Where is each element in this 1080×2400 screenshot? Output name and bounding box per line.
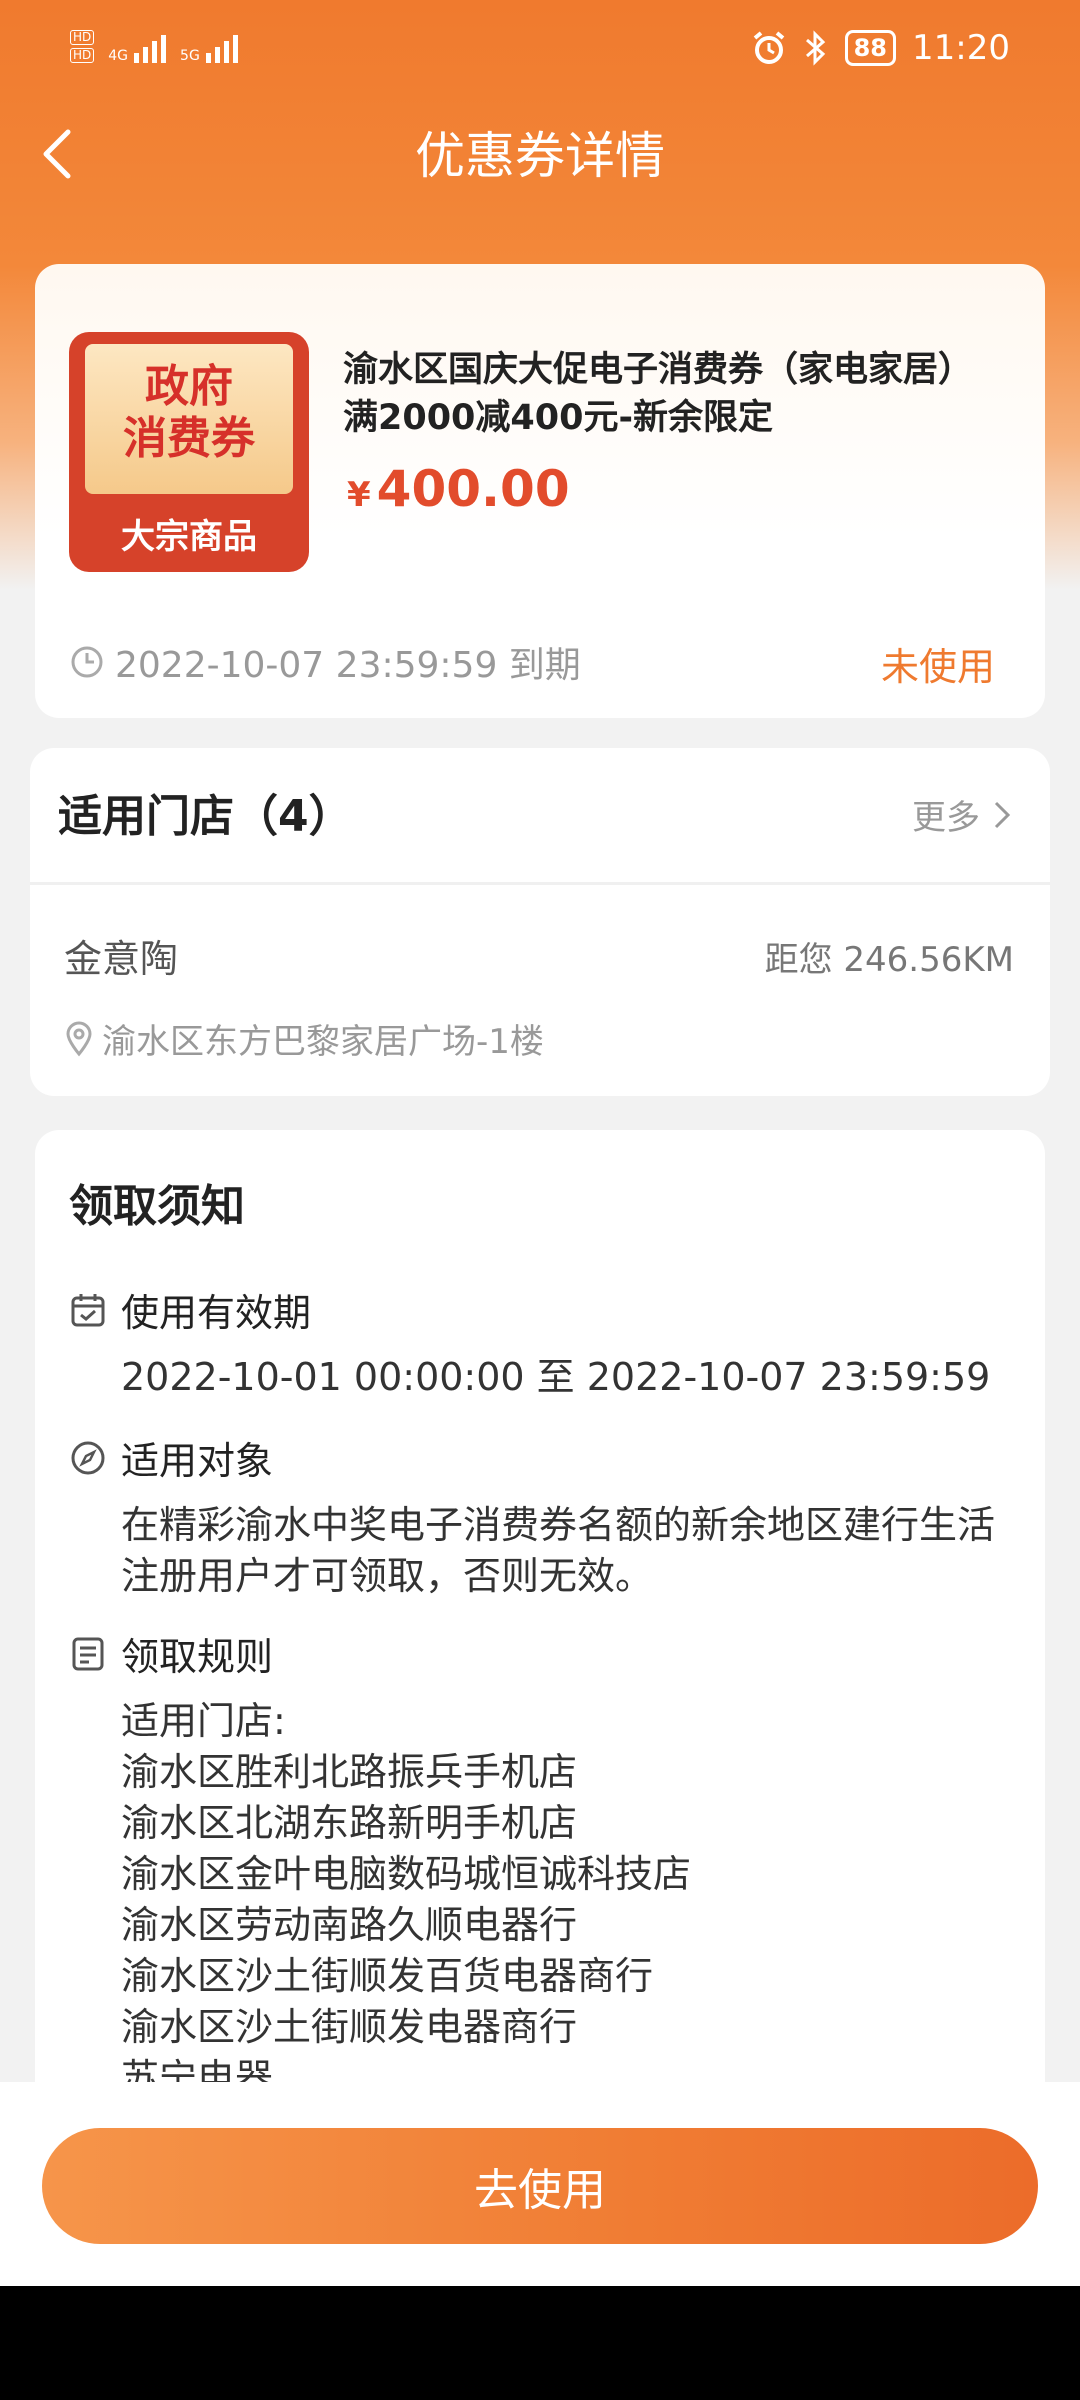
network-label-2: 5G bbox=[180, 48, 200, 64]
address-text: 渝水区东方巴黎家居广场-1楼 bbox=[102, 1022, 544, 1062]
divider bbox=[30, 882, 1050, 885]
use-coupon-button[interactable]: 去使用 bbox=[42, 2128, 1038, 2244]
validity-label: 使用有效期 bbox=[121, 1291, 312, 1335]
location-pin-icon bbox=[66, 1021, 92, 1056]
alarm-icon bbox=[753, 31, 784, 64]
store-card: 适用门店（4） 更多 金意陶 距您 246.56KM 渝水区东方巴黎家居广场-1… bbox=[30, 748, 1050, 1096]
nav-bar: 优惠券详情 bbox=[0, 104, 1080, 200]
rule-line: 渝水区沙土街顺发百货电器商行 bbox=[121, 1954, 654, 1998]
coupon-status: 未使用 bbox=[880, 645, 995, 689]
amount-value: 400.00 bbox=[376, 460, 570, 518]
coupon-card: 政府 消费券 大宗商品 渝水区国庆大促电子消费券（家电家居）满2000减400元… bbox=[35, 264, 1045, 718]
store-address: 渝水区东方巴黎家居广场-1楼 bbox=[64, 1014, 544, 1063]
rule-line: 渝水区北湖东路新明手机店 bbox=[121, 1801, 578, 1845]
coupon-badge-image: 政府 消费券 大宗商品 bbox=[69, 332, 309, 572]
clock-icon bbox=[71, 646, 103, 678]
expire-text: 2022-10-07 23:59:59 到期 bbox=[115, 645, 581, 686]
rule-line: 适用门店: bbox=[121, 1699, 286, 1743]
signal-group: HD HD 4G 5G bbox=[70, 30, 238, 63]
currency-symbol: ¥ bbox=[347, 475, 371, 515]
clock: 11:20 bbox=[912, 28, 1010, 68]
document-icon bbox=[72, 1637, 104, 1670]
store-heading: 适用门店（4） bbox=[58, 791, 353, 842]
system-nav-area bbox=[0, 2286, 1080, 2400]
calendar-icon bbox=[71, 1293, 105, 1326]
rules-list: 适用门店: 渝水区胜利北路振兵手机店 渝水区北湖东路新明手机店 渝水区金叶电脑数… bbox=[121, 1696, 1021, 2104]
status-right: 88 11:20 bbox=[751, 28, 1010, 68]
status-bar: HD HD 4G 5G 88 11:20 bbox=[0, 0, 1080, 104]
bluetooth-icon bbox=[805, 30, 825, 66]
store-name[interactable]: 金意陶 bbox=[64, 928, 178, 983]
validity-value: 2022-10-01 00:00:00 至 2022-10-07 23:59:5… bbox=[121, 1355, 991, 1399]
page-title: 优惠券详情 bbox=[415, 127, 665, 185]
rule-line: 渝水区沙土街顺发电器商行 bbox=[121, 2005, 578, 2049]
network-label-1: 4G bbox=[108, 48, 129, 64]
target-section: 适用对象 bbox=[69, 1430, 273, 1485]
validity-section: 使用有效期 bbox=[69, 1282, 311, 1337]
more-stores-link[interactable]: 更多 bbox=[912, 790, 1014, 839]
more-label: 更多 bbox=[912, 798, 980, 838]
rules-label: 领取规则 bbox=[121, 1635, 274, 1679]
notice-title: 领取须知 bbox=[69, 1181, 245, 1232]
battery-indicator: 88 bbox=[844, 30, 897, 66]
signal-icon-2: 5G bbox=[180, 35, 238, 63]
rule-line: 渝水区金叶电脑数码城恒诚科技店 bbox=[121, 1852, 692, 1896]
coupon-amount: ¥400.00 bbox=[347, 460, 570, 518]
compass-icon bbox=[71, 1441, 105, 1474]
expire-info: 2022-10-07 23:59:59 到期 bbox=[69, 636, 581, 688]
target-value: 在精彩渝水中奖电子消费券名额的新余地区建行生活注册用户才可领取，否则无效。 bbox=[121, 1503, 996, 1598]
target-label: 适用对象 bbox=[121, 1439, 274, 1483]
store-distance: 距您 246.56KM bbox=[764, 940, 1014, 980]
bottom-action-bar: 去使用 bbox=[0, 2082, 1080, 2286]
coupon-badge-line2: 消费券 bbox=[123, 413, 255, 464]
rule-line: 渝水区胜利北路振兵手机店 bbox=[121, 1750, 578, 1794]
rule-line: 渝水区劳动南路久顺电器行 bbox=[121, 1903, 578, 1947]
coupon-title: 渝水区国庆大促电子消费券（家电家居）满2000减400元-新余限定 bbox=[343, 350, 974, 438]
hd-icon: HD HD bbox=[70, 30, 95, 63]
signal-icon-1: 4G bbox=[108, 35, 167, 64]
coupon-badge-line3: 大宗商品 bbox=[121, 517, 257, 557]
chevron-right-icon bbox=[994, 801, 1011, 828]
rules-section: 领取规则 bbox=[69, 1626, 273, 1681]
